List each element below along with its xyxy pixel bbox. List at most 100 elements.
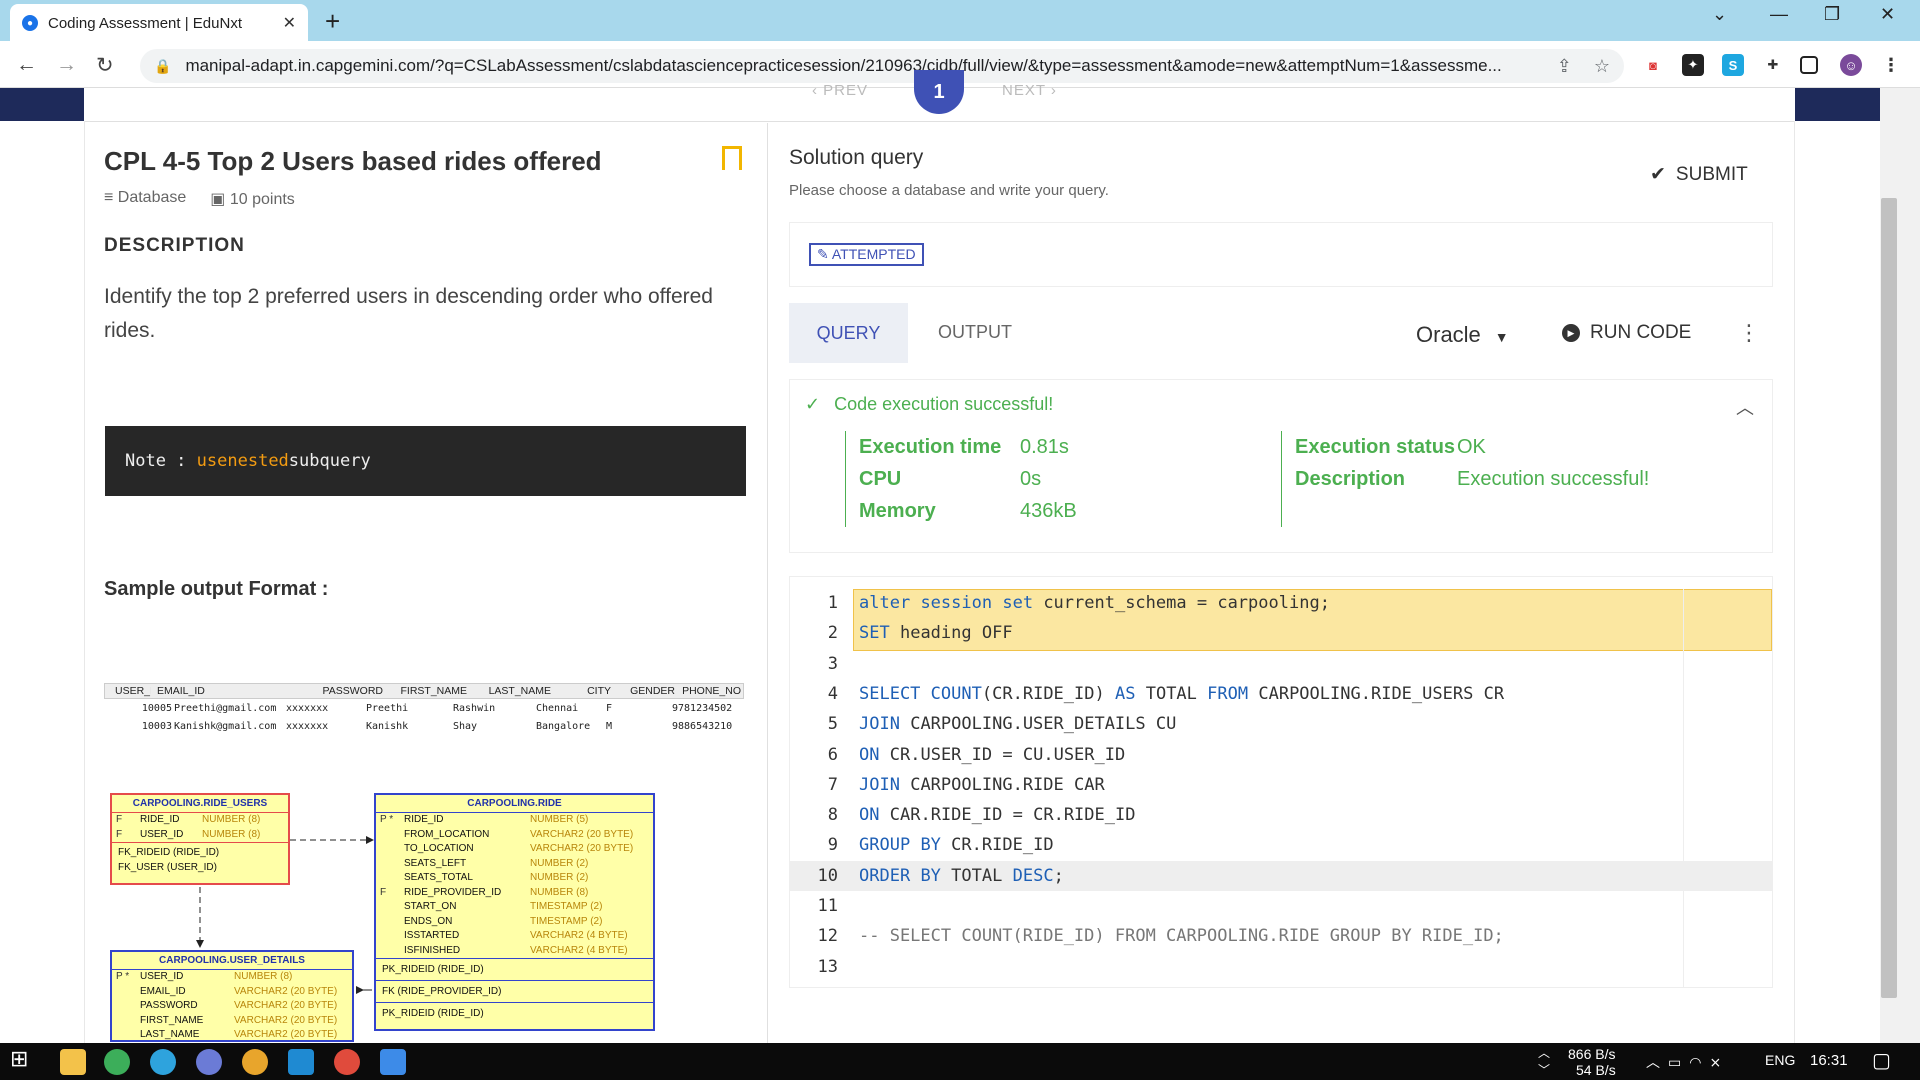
code-token: . bbox=[1053, 805, 1064, 826]
result-message: ✓ Code execution successful! bbox=[805, 394, 1053, 415]
code-line[interactable]: JOIN CARPOOLING.RIDE CAR bbox=[859, 775, 1105, 795]
code-token: = bbox=[992, 744, 1023, 765]
notification-icon[interactable]: ▢ bbox=[1872, 1048, 1891, 1073]
code-line[interactable]: -- SELECT COUNT(RIDE_ID) FROM CARPOOLING… bbox=[859, 926, 1504, 946]
content-right-border bbox=[1794, 121, 1795, 1043]
line-number: 6 bbox=[827, 744, 838, 765]
code-keyword: JOIN bbox=[859, 714, 900, 735]
run-code-button[interactable]: ▶ RUN CODE bbox=[1562, 322, 1691, 344]
code-token: CR bbox=[1033, 805, 1054, 826]
attempted-badge: ✎ ATTEMPTED bbox=[809, 243, 924, 266]
collapse-chevron-icon[interactable]: ︿ bbox=[1736, 394, 1754, 420]
app-icon[interactable] bbox=[380, 1049, 406, 1075]
solution-subheading: Please choose a database and write your … bbox=[789, 182, 1109, 199]
editor-margin-line bbox=[1683, 589, 1684, 987]
code-keyword: ON bbox=[859, 744, 880, 765]
file-explorer-icon[interactable] bbox=[60, 1049, 86, 1075]
code-line[interactable]: SET heading OFF bbox=[859, 623, 1013, 643]
code-token: TOTAL bbox=[1145, 683, 1197, 704]
extension-icon[interactable]: ✦ bbox=[1682, 54, 1704, 76]
code-keyword: ORDER bbox=[859, 865, 911, 886]
side-panel-icon[interactable] bbox=[1800, 56, 1818, 74]
code-token: CARPOOLING bbox=[910, 774, 1013, 795]
scrollbar-thumb[interactable] bbox=[1881, 198, 1897, 998]
code-keyword: BY bbox=[920, 835, 941, 856]
code-line[interactable]: ORDER BY TOTAL DESC; bbox=[859, 866, 1064, 886]
code-token: CR bbox=[951, 835, 972, 856]
app-icon[interactable] bbox=[196, 1049, 222, 1075]
line-number: 1 bbox=[827, 593, 838, 613]
pane-divider[interactable] bbox=[767, 123, 768, 1043]
code-token: CR bbox=[992, 683, 1013, 704]
memory-label: Memory bbox=[859, 500, 936, 522]
code-token: . bbox=[1012, 683, 1023, 704]
code-token: ( bbox=[981, 683, 993, 704]
code-line[interactable]: GROUP BY CR.RIDE_ID bbox=[859, 835, 1054, 855]
minimize-button[interactable]: — bbox=[1770, 4, 1788, 25]
line-number: 7 bbox=[827, 774, 838, 795]
cpu-value: 0s bbox=[1020, 468, 1042, 490]
bookmark-star-icon[interactable]: ☆ bbox=[1594, 56, 1610, 77]
code-token: heading bbox=[899, 623, 972, 644]
code-line[interactable]: ON CR.USER_ID = CU.USER_ID bbox=[859, 745, 1125, 765]
page-header-band-right bbox=[1795, 88, 1880, 121]
code-token: . bbox=[971, 835, 982, 856]
prev-question-button[interactable]: ‹ PREV bbox=[812, 82, 868, 99]
puzzle-extensions-icon[interactable]: ✚ bbox=[1762, 54, 1784, 76]
line-number: 4 bbox=[827, 683, 838, 704]
close-window-button[interactable]: ✕ bbox=[1880, 4, 1895, 25]
tab-output[interactable]: OUTPUT bbox=[938, 322, 1012, 343]
code-token: . bbox=[1360, 683, 1371, 704]
line-number: 3 bbox=[827, 653, 838, 674]
code-keyword: GROUP bbox=[859, 835, 911, 856]
code-token: ) bbox=[1094, 683, 1115, 704]
browser-menu-icon[interactable]: ⋮ bbox=[1880, 54, 1902, 76]
tab-search-icon[interactable]: ⌄ bbox=[1712, 4, 1727, 25]
tab-query[interactable]: QUERY bbox=[789, 303, 908, 363]
more-options-icon[interactable]: ⋮ bbox=[1738, 320, 1760, 346]
next-question-button[interactable]: NEXT › bbox=[1002, 82, 1057, 99]
s-extension-icon[interactable]: S bbox=[1722, 54, 1744, 76]
language-indicator[interactable]: ENG bbox=[1765, 1052, 1795, 1068]
submit-button[interactable]: ✔ SUBMIT bbox=[1650, 163, 1748, 186]
code-token: CAR bbox=[1074, 774, 1105, 795]
pencil-icon: ✎ bbox=[817, 246, 832, 262]
memory-value: 436kB bbox=[1020, 500, 1077, 522]
chrome-active-icon[interactable] bbox=[334, 1049, 360, 1075]
code-keyword: alter bbox=[859, 593, 911, 613]
share-icon[interactable]: ⇪ bbox=[1557, 56, 1572, 77]
code-token: . bbox=[1012, 774, 1023, 795]
pocket-extension-icon[interactable]: ◙ bbox=[1642, 54, 1664, 76]
line-number: 11 bbox=[817, 896, 838, 916]
restore-button[interactable]: ❐ bbox=[1824, 4, 1840, 25]
clock[interactable]: 16:31 bbox=[1810, 1052, 1848, 1069]
telegram-icon[interactable] bbox=[150, 1049, 176, 1075]
code-token: RIDE_ID bbox=[930, 805, 1003, 826]
code-token: CR bbox=[1483, 683, 1505, 704]
cpu-label: CPU bbox=[859, 468, 902, 490]
arrow-head bbox=[196, 940, 204, 948]
database-select[interactable]: Oracle ▼ bbox=[1416, 322, 1509, 348]
tray-icons[interactable]: ︿▭◠⨯ bbox=[1646, 1052, 1729, 1072]
vscode-icon[interactable] bbox=[288, 1049, 314, 1075]
exec-status-label: Execution status bbox=[1295, 436, 1456, 458]
windows-start-icon[interactable]: ⊞ bbox=[10, 1046, 36, 1072]
code-keyword: FROM bbox=[1207, 683, 1249, 704]
code-token: . bbox=[1012, 714, 1023, 735]
code-token: CARPOOLING bbox=[1258, 683, 1361, 704]
code-line[interactable]: ON CAR.RIDE_ID = CR.RIDE_ID bbox=[859, 805, 1135, 825]
code-line[interactable]: JOIN CARPOOLING.USER_DETAILS CU bbox=[859, 714, 1176, 734]
result-divider bbox=[845, 431, 846, 527]
code-token: CU bbox=[1022, 744, 1044, 765]
app-icon[interactable] bbox=[104, 1049, 130, 1075]
code-token: = bbox=[1002, 805, 1034, 826]
chrome-icon[interactable] bbox=[242, 1049, 268, 1075]
profile-avatar[interactable]: ☺ bbox=[1840, 54, 1862, 76]
code-line[interactable]: alter session set current_schema = carpo… bbox=[859, 593, 1330, 613]
code-line[interactable]: SELECT COUNT(CR.RIDE_ID) AS TOTAL FROM C… bbox=[859, 684, 1504, 704]
